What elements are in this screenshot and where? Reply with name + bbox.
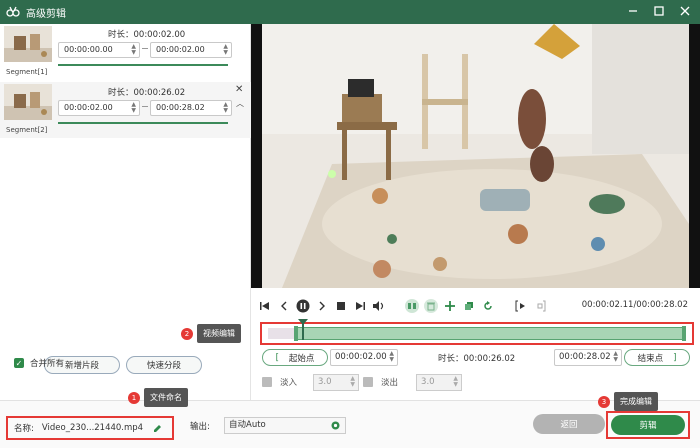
skip-to-start-icon[interactable] (258, 299, 272, 313)
file-name-box: 名称: Video_230...21440.mp4 (6, 416, 174, 440)
spinner-icon[interactable]: ▲ ▼ (453, 375, 458, 388)
segment-label: Segment[2] (6, 126, 48, 134)
minimize-icon[interactable] (624, 2, 642, 20)
fade-in-field[interactable]: 3.0 ▲ ▼ (313, 373, 360, 391)
callout-file-naming: 1 文件命名 (128, 388, 188, 407)
range-start-field[interactable]: 00:00:02.00 ▲ ▼ (330, 349, 398, 366)
timeline-right-handle[interactable] (682, 326, 686, 341)
spinner-icon[interactable]: ▲ ▼ (389, 351, 394, 363)
callout-text: 文件命名 (144, 388, 188, 407)
segment-duration: 时长：00:00:02.00 (108, 30, 186, 40)
merge-all-label: 合并所有 (30, 359, 65, 369)
segment-thumbnail (4, 84, 52, 120)
callout-finish-edit: 3 完成编辑 (598, 392, 658, 411)
app-logo-icon (6, 6, 20, 17)
callout-number: 1 (128, 391, 140, 404)
fade-out-field[interactable]: 3.0 ▲ ▼ (416, 373, 463, 391)
callout-text: 视频编辑 (197, 324, 241, 343)
segment-end-field[interactable]: 00:00:02.00 ▲ ▼ (150, 42, 232, 58)
segment-item-2[interactable]: Segment[2] 时长：00:00:26.02 00:00:02.00 ▲ ▼… (0, 82, 251, 138)
file-name-value: Video_230...21440.mp4 (41, 423, 144, 433)
segment-duration: 时长：00:00:26.02 (108, 88, 186, 98)
segment-start-field[interactable]: 00:00:02.00 ▲ ▼ (58, 100, 140, 116)
cut-button[interactable]: 剪辑 (611, 415, 685, 435)
add-icon[interactable] (443, 299, 457, 313)
back-button[interactable]: 返回 (533, 414, 605, 434)
range-dash (142, 106, 148, 107)
merge-all-option[interactable]: ✓ 合并所有 (14, 357, 64, 369)
output-label: 输出: (190, 422, 210, 432)
spinner-icon[interactable]: ▲ ▼ (223, 102, 228, 114)
delete-icon[interactable] (424, 299, 438, 313)
previous-frame-icon[interactable] (277, 299, 291, 313)
next-frame-icon[interactable] (315, 299, 329, 313)
spinner-icon[interactable]: ▲ ▼ (131, 102, 136, 114)
skip-to-end-icon[interactable] (353, 299, 367, 313)
spinner-icon[interactable]: ▲ ▼ (131, 44, 136, 56)
spinner-icon[interactable]: ▲ ▼ (613, 351, 618, 363)
range-dash (142, 48, 148, 49)
window-title: 高级剪辑 (26, 8, 66, 20)
pause-icon[interactable] (296, 299, 310, 313)
callout-video-edit: 2 视频编辑 (181, 324, 241, 343)
video-frame-image (262, 24, 689, 288)
delete-segment-icon[interactable]: ✕ (235, 84, 243, 95)
bracket-right-icon: ] (673, 352, 677, 363)
timeline-selection[interactable] (294, 327, 686, 340)
title-bar: 高级剪辑 (0, 0, 700, 24)
bracket-left-icon: [ (275, 352, 279, 363)
close-window-icon[interactable] (676, 2, 694, 20)
mark-in-icon[interactable] (514, 299, 528, 313)
copy-icon[interactable] (462, 299, 476, 313)
timeline-left-handle[interactable] (294, 326, 298, 341)
fade-out-label: 淡出 (381, 378, 399, 388)
mark-out-icon[interactable] (533, 299, 547, 313)
fade-out-checkbox[interactable] (363, 377, 374, 387)
name-label: 名称: (14, 424, 34, 434)
set-start-button[interactable]: [ 起始点 (262, 349, 328, 366)
callout-text: 完成编辑 (614, 392, 658, 411)
range-end-field[interactable]: 00:00:28.02 ▲ ▼ (554, 349, 622, 366)
video-preview (251, 24, 700, 288)
timeline[interactable] (260, 319, 694, 345)
spinner-icon[interactable]: ▲ ▼ (350, 375, 355, 388)
fade-in-label: 淡入 (280, 378, 298, 388)
volume-icon[interactable] (372, 299, 386, 313)
callout-number: 3 (598, 395, 610, 408)
segment-progress-bar (58, 122, 228, 124)
merge-all-checkbox[interactable]: ✓ (14, 358, 24, 368)
segment-progress-bar (58, 64, 228, 66)
quick-split-button[interactable]: 快速分段 (126, 356, 202, 374)
range-row: [ 起始点 00:00:02.00 ▲ ▼ 时长：00:00:26.02 00:0… (262, 349, 692, 366)
segment-panel: Segment[1] 时长：00:00:02.00 00:00:00.00 ▲ ▼… (0, 24, 251, 400)
playhead-marker-icon[interactable] (298, 319, 308, 325)
segment-item-1[interactable]: Segment[1] 时长：00:00:02.00 00:00:00.00 ▲ ▼… (0, 24, 251, 80)
stop-icon[interactable] (334, 299, 348, 313)
playback-timecode: 00:00:02.11/00:00:28.02 (581, 300, 688, 310)
set-end-button[interactable]: 结束点 ] (624, 349, 690, 366)
spinner-icon[interactable]: ▲ ▼ (223, 44, 228, 56)
segment-thumbnail (4, 26, 52, 62)
segment-end-field[interactable]: 00:00:28.02 ▲ ▼ (150, 100, 232, 116)
maximize-icon[interactable] (650, 2, 668, 20)
reset-icon[interactable] (481, 299, 495, 313)
collapse-chevron-icon[interactable]: ︿ (236, 98, 244, 109)
cut-button-highlight: 剪辑 (606, 411, 690, 439)
callout-number: 2 (181, 327, 193, 340)
split-icon[interactable] (405, 299, 419, 313)
segment-start-field[interactable]: 00:00:00.00 ▲ ▼ (58, 42, 140, 58)
gear-icon[interactable] (330, 420, 341, 431)
fade-row: 淡入 3.0 ▲ ▼ 淡出 3.0 ▲ ▼ (262, 373, 463, 391)
range-duration: 时长：00:00:26.02 (438, 354, 516, 364)
player-controls: 00:00:02.11/00:00:28.02 (258, 296, 694, 316)
fade-in-checkbox[interactable] (262, 377, 272, 387)
edit-pencil-icon[interactable] (153, 424, 162, 433)
output-select[interactable]: 自动Auto (224, 417, 346, 434)
segment-label: Segment[1] (6, 68, 48, 76)
